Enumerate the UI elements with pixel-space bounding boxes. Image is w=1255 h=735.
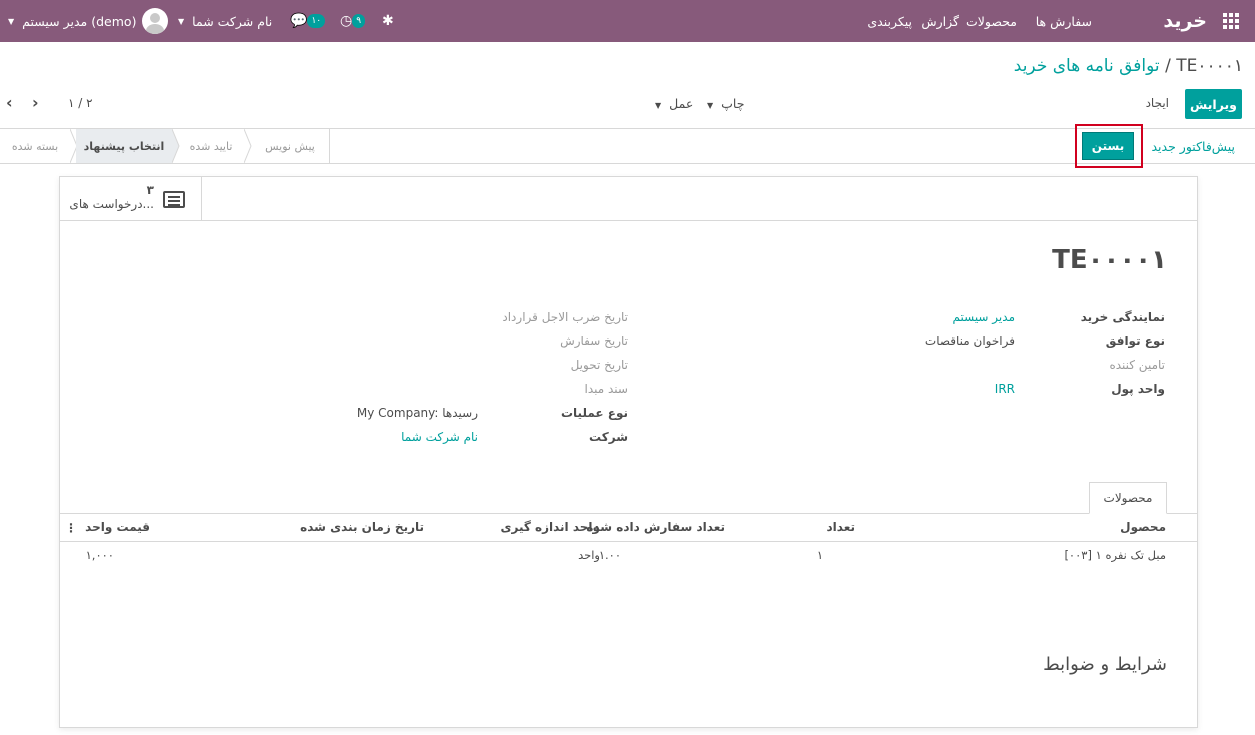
caret-down-icon: ▼ — [178, 16, 185, 26]
chevron-left-icon[interactable]: ‹ — [6, 93, 13, 112]
tab-products[interactable]: محصولات — [1089, 482, 1167, 514]
chat-badge: ۱۰ — [307, 14, 326, 28]
menu-reporting[interactable]: گزارش — [921, 0, 959, 42]
caret-down-icon: ▼ — [707, 101, 714, 110]
user-menu[interactable]: ▼ مدیر سیستم (demo) — [8, 0, 169, 42]
cell-quantity: ۱ — [816, 548, 823, 562]
caret-down-icon: ▼ — [655, 101, 662, 110]
breadcrumb-separator: / — [1165, 56, 1171, 76]
activity-badge: ۹ — [352, 14, 366, 28]
field-label-source-document: سند مبدا — [584, 382, 628, 396]
new-quotation-button[interactable]: پیش‌فاکتور جدید — [1152, 139, 1236, 154]
print-dropdown[interactable]: ▼ چاپ — [707, 96, 744, 111]
field-label-company: شرکت — [589, 430, 628, 444]
print-label: چاپ — [721, 96, 745, 111]
col-header-scheduled-date[interactable]: تاریخ زمان بندی شده — [300, 520, 424, 534]
activity-menu[interactable]: ◷ ۹ — [340, 0, 367, 42]
menu-products[interactable]: محصولات — [966, 0, 1017, 42]
terms-title: شرایط و ضوابط — [1043, 654, 1167, 675]
col-header-quantity[interactable]: تعداد — [827, 520, 855, 534]
menu-configuration[interactable]: پیکربندی — [867, 0, 912, 42]
cell-uom: واحد — [578, 548, 600, 562]
user-name: مدیر سیستم (demo) — [22, 13, 137, 29]
field-label-deadline: تاریخ ضرب الاجل قرارداد — [502, 310, 628, 324]
menu-orders[interactable]: سفارش ها — [1036, 0, 1092, 42]
field-label-operation-type: نوع عملیات — [560, 406, 628, 420]
company-switcher[interactable]: ▼ نام شرکت شما — [178, 0, 272, 42]
breadcrumb-current: TE۰۰۰۰۱ — [1176, 56, 1243, 76]
pager-value[interactable]: ۱ / ۲ — [68, 96, 93, 110]
chat-icon: 💬 — [290, 13, 308, 29]
field-label-agreement-type: نوع توافق — [1105, 334, 1165, 348]
app-brand[interactable]: خرید — [1163, 0, 1207, 42]
field-label-order-date: تاریخ سفارش — [560, 334, 628, 348]
close-button[interactable]: بستن — [1082, 132, 1134, 160]
field-label-currency: واحد پول — [1111, 382, 1165, 396]
button-box: ۳ درخواست های... — [60, 177, 1197, 221]
clock-icon: ◷ — [340, 13, 353, 29]
breadcrumb: توافق نامه های خرید / TE۰۰۰۰۱ — [1014, 56, 1243, 76]
list-icon — [163, 191, 185, 208]
chevron-right-icon[interactable]: › — [32, 93, 39, 112]
field-value-agreement-type[interactable]: فراخوان مناقصات — [925, 334, 1015, 348]
field-value-purchase-rep[interactable]: مدیر سیستم — [953, 310, 1016, 324]
cell-ordered-qty: ۱.۰۰ — [598, 548, 621, 562]
action-label: عمل — [669, 96, 694, 111]
field-label-delivery-date: تاریخ تحویل — [570, 358, 628, 372]
status-bar: پیش‌فاکتور جدید بسته شده انتخاب پیشنهاد … — [0, 128, 1255, 164]
col-header-product[interactable]: محصول — [1120, 520, 1166, 534]
smart-button-count: ۳ — [146, 183, 154, 197]
col-header-unit-price[interactable]: قیمت واحد — [85, 520, 150, 534]
field-value-company[interactable]: نام شرکت شما — [401, 430, 478, 444]
field-value-currency[interactable]: IRR — [995, 382, 1015, 396]
col-header-ordered-qty[interactable]: تعداد سفارش داده شده — [586, 520, 725, 534]
create-button[interactable]: ایجاد — [1146, 96, 1169, 110]
rfq-smart-button[interactable]: ۳ درخواست های... — [60, 177, 202, 221]
record-title: TE۰۰۰۰۱ — [1052, 245, 1167, 275]
stage-draft[interactable]: پیش نویس — [250, 129, 330, 163]
stage-bid-selection[interactable]: انتخاب پیشنهاد — [76, 129, 172, 163]
apps-menu-icon[interactable] — [1223, 0, 1241, 42]
tab-divider — [60, 513, 1197, 514]
messaging-menu[interactable]: 💬 ۱۰ — [290, 0, 327, 42]
smart-button-text: ۳ درخواست های... — [68, 183, 154, 211]
avatar — [142, 8, 169, 34]
top-navbar: خرید سفارش ها محصولات گزارش پیکربندی ▼ م… — [0, 0, 1255, 42]
field-value-operation-type[interactable]: My Company: رسیدها — [357, 406, 478, 420]
table-header-divider — [60, 541, 1197, 542]
cell-product: [۰۰۳] مبل تک نفره ۱ — [1064, 548, 1166, 562]
col-header-uom[interactable]: واحد اندازه گیری — [500, 520, 600, 534]
stage-pipeline: بسته شده انتخاب پیشنهاد تایید شده پیش نو… — [0, 129, 330, 163]
stage-confirmed[interactable]: تایید شده — [178, 129, 244, 163]
cell-unit-price: ۱,۰۰۰ — [85, 548, 114, 562]
form-sheet: ۳ درخواست های... TE۰۰۰۰۱ نمایندگی خرید م… — [59, 176, 1198, 728]
caret-down-icon: ▼ — [8, 16, 15, 26]
field-label-vendor: تامین کننده — [1109, 358, 1165, 372]
column-options-icon[interactable]: ⋮ — [65, 521, 77, 535]
field-label-purchase-rep: نمایندگی خرید — [1080, 310, 1165, 324]
breadcrumb-parent[interactable]: توافق نامه های خرید — [1014, 56, 1160, 76]
edit-button[interactable]: ویرایش — [1185, 89, 1242, 119]
action-dropdown[interactable]: ▼ عمل — [655, 96, 693, 111]
company-name: نام شرکت شما — [192, 13, 273, 29]
bug-icon[interactable]: ✱ — [382, 0, 394, 42]
stage-closed[interactable]: بسته شده — [0, 129, 70, 163]
smart-button-label: درخواست های... — [69, 197, 154, 211]
